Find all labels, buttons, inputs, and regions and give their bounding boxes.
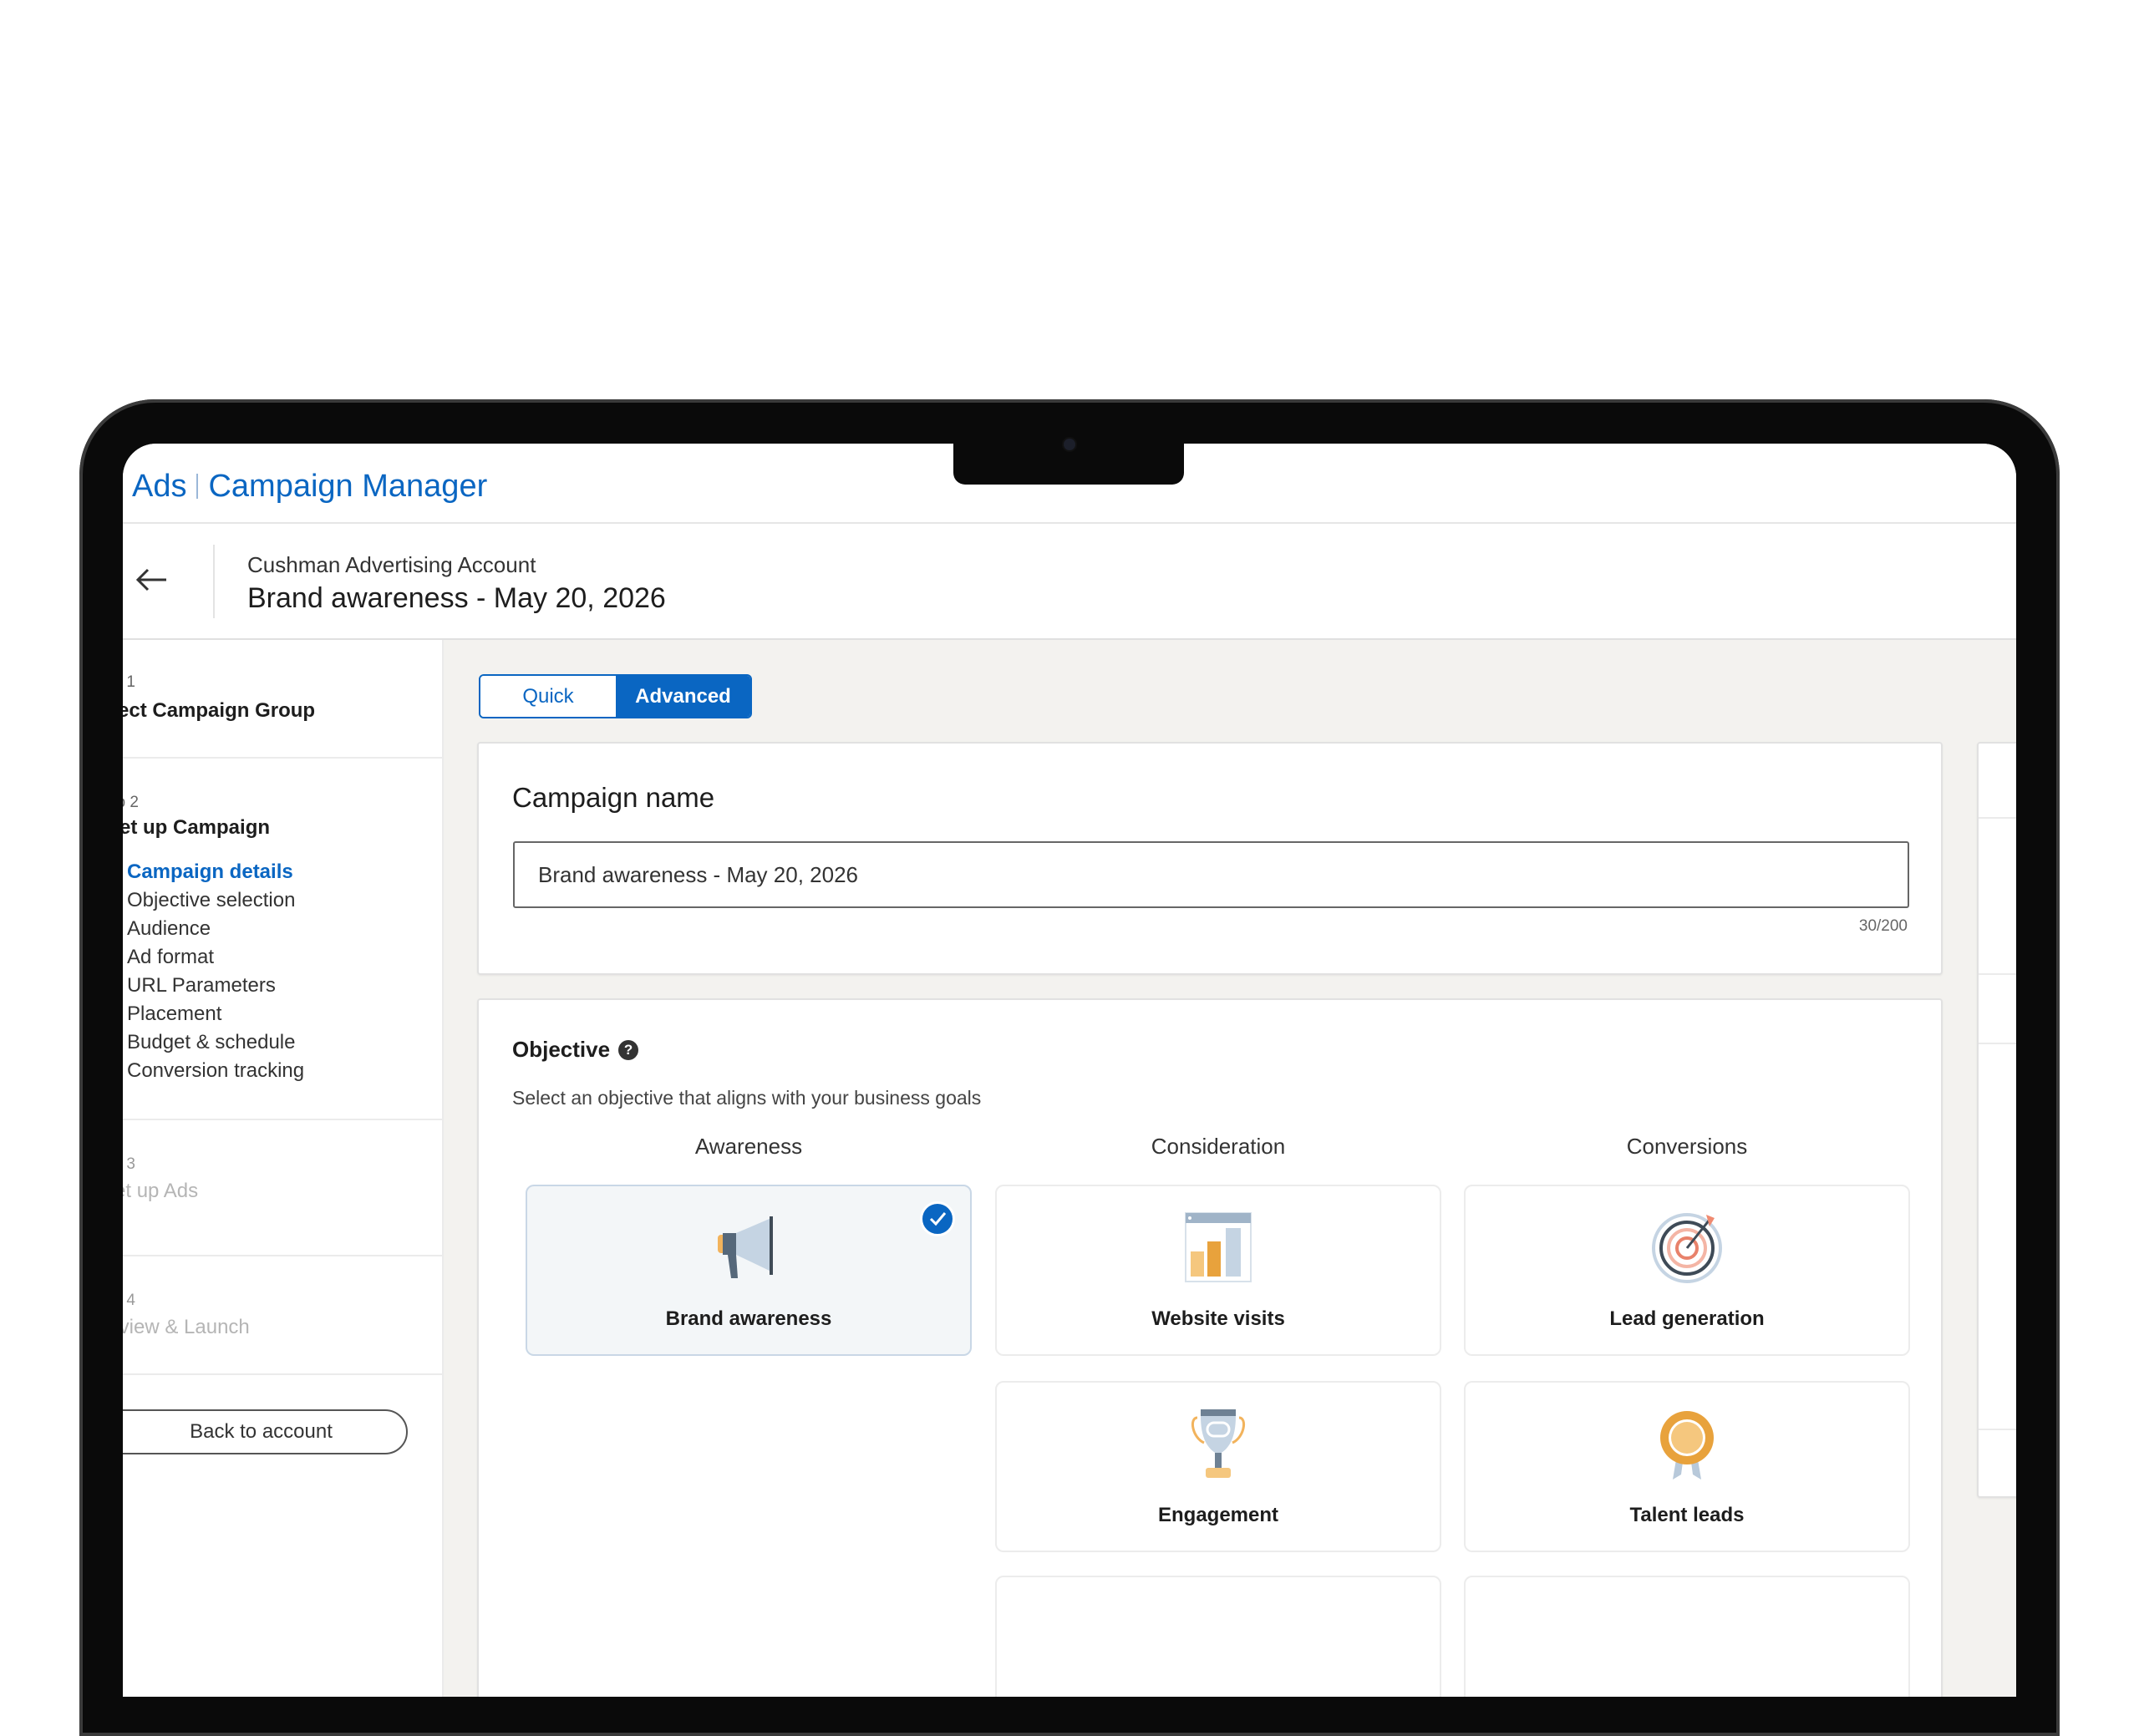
megaphone-icon	[711, 1210, 786, 1285]
sidebar-item-conversion-tracking[interactable]: Conversion tracking	[127, 1059, 304, 1083]
column-consideration: Consideration	[1151, 1134, 1286, 1159]
step-2-title[interactable]: Set up Campaign	[123, 816, 270, 840]
divider	[1979, 1043, 2016, 1044]
step-1-title[interactable]: Select Campaign Group	[123, 699, 315, 723]
step-1-label: Step 1	[123, 673, 135, 691]
divider	[123, 1119, 444, 1120]
steps-sidebar: Step 1 Select Campaign Group Step 2 Set …	[123, 640, 444, 1697]
brand-product: Campaign Manager	[208, 469, 488, 504]
camera-icon	[1064, 439, 1075, 450]
brand-ads: Ads	[132, 469, 187, 504]
step-3-title: Set up Ads	[123, 1180, 199, 1202]
target-icon	[1649, 1210, 1725, 1285]
option-label: Talent leads	[1629, 1504, 1745, 1526]
sidebar-item-ad-format[interactable]: Ad format	[127, 946, 214, 969]
sidebar-item-budget-schedule[interactable]: Budget & schedule	[127, 1031, 295, 1054]
brand-separator	[196, 474, 199, 499]
award-badge-icon	[1649, 1406, 1725, 1481]
sidebar-item-objective-selection[interactable]: Objective selection	[127, 889, 295, 912]
objective-brand-awareness[interactable]: Brand awareness	[526, 1185, 972, 1356]
option-label: Website visits	[1151, 1307, 1285, 1330]
mode-toggle: Quick Advanced	[479, 674, 752, 718]
sidebar-item-url-parameters[interactable]: URL Parameters	[127, 974, 276, 997]
vertical-divider	[213, 545, 215, 618]
right-summary-panel	[1977, 742, 2016, 1498]
campaign-name-heading: Campaign name	[512, 782, 715, 813]
divider	[1979, 1429, 2016, 1430]
objective-website-visits[interactable]: Website visits	[995, 1185, 1441, 1356]
sidebar-item-placement[interactable]: Placement	[127, 1003, 221, 1026]
app-screen: Ads Campaign Manager Cushman Advertising …	[123, 444, 2016, 1697]
column-conversions: Conversions	[1626, 1134, 1748, 1159]
divider	[1979, 817, 2016, 819]
objective-talent-leads[interactable]: Talent leads	[1464, 1381, 1910, 1552]
objective-card: Objective ? Select an objective that ali…	[477, 998, 1943, 1697]
objective-title: Objective	[512, 1037, 611, 1062]
app-brand[interactable]: Ads Campaign Manager	[132, 469, 487, 505]
objective-tile-row3[interactable]	[1464, 1576, 1910, 1697]
objective-subtitle: Select an objective that aligns with you…	[512, 1087, 982, 1109]
option-label: Engagement	[1157, 1504, 1279, 1526]
character-counter: 30/200	[1858, 917, 1908, 935]
objective-engagement[interactable]: Engagement	[995, 1381, 1441, 1552]
selected-check-icon	[920, 1201, 955, 1236]
campaign-subheader: Cushman Advertising Account Brand awaren…	[123, 524, 2016, 640]
campaign-name-input[interactable]: Brand awareness - May 20, 2026	[513, 841, 1909, 908]
divider	[123, 1373, 444, 1375]
objective-heading: Objective ?	[512, 1037, 639, 1063]
option-label: Brand awareness	[665, 1307, 832, 1330]
divider	[123, 757, 444, 759]
arrow-left-icon[interactable]	[135, 567, 168, 592]
objective-tile-row3[interactable]	[995, 1576, 1441, 1697]
step-4-title: Review & Launch	[123, 1316, 250, 1338]
step-2-label: Step 2	[123, 794, 139, 811]
option-label: Lead generation	[1609, 1307, 1765, 1330]
divider	[1979, 973, 2016, 975]
objective-lead-generation[interactable]: Lead generation	[1464, 1185, 1910, 1356]
question-circle-icon[interactable]: ?	[618, 1039, 639, 1060]
trophy-icon	[1181, 1406, 1256, 1481]
back-to-account-button[interactable]: Back to account	[123, 1409, 408, 1454]
campaign-name-card: Campaign name Brand awareness - May 20, …	[477, 742, 1943, 975]
page-title: Brand awareness - May 20, 2026	[247, 582, 666, 614]
tab-quick[interactable]: Quick	[480, 676, 616, 717]
divider	[123, 1255, 444, 1256]
tab-advanced[interactable]: Advanced	[616, 676, 750, 717]
sidebar-item-audience[interactable]: Audience	[127, 917, 211, 941]
step-3-label: Step 3	[123, 1155, 135, 1173]
sidebar-item-campaign-details[interactable]: Campaign details	[127, 860, 293, 884]
account-name: Cushman Advertising Account	[247, 552, 536, 577]
column-awareness: Awareness	[694, 1134, 803, 1159]
step-4-label: Step 4	[123, 1292, 135, 1309]
bar-chart-window-icon	[1181, 1210, 1256, 1285]
